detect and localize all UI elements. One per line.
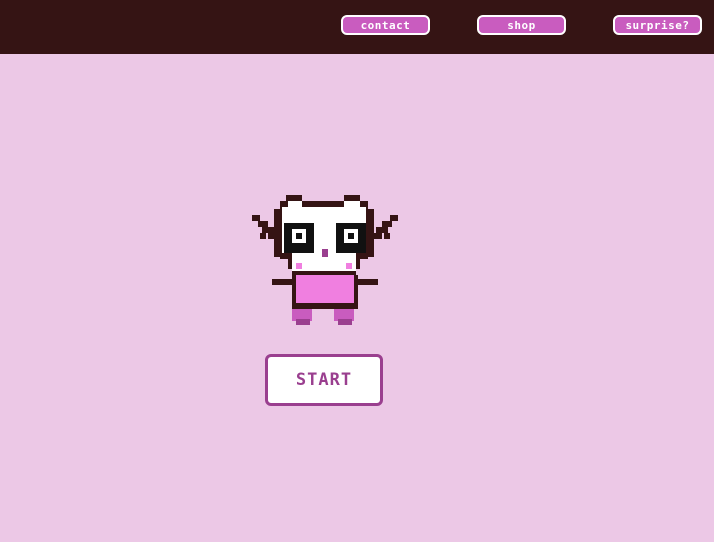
top-nav-bar: contact shop surprise?	[0, 0, 714, 54]
contact-button[interactable]: contact	[341, 15, 430, 35]
pixel-cat-icon	[252, 195, 398, 325]
start-button[interactable]: START	[265, 354, 383, 406]
surprise-button[interactable]: surprise?	[613, 15, 702, 35]
shop-button[interactable]: shop	[477, 15, 566, 35]
